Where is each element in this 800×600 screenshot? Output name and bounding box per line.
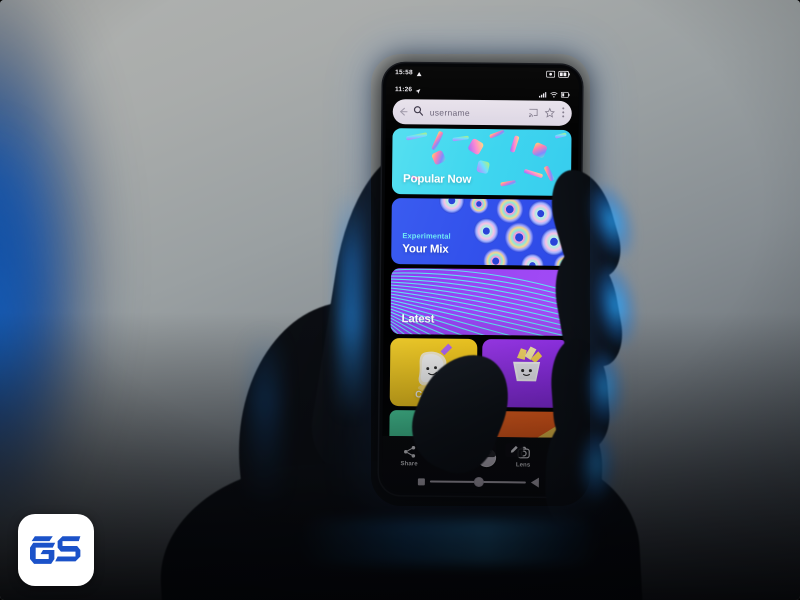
- vignette-overlay: [0, 0, 800, 600]
- gs-logo-watermark: [18, 514, 94, 586]
- gs-logo-icon: [30, 536, 81, 564]
- photo-scene: 15:58 11:26: [0, 0, 800, 600]
